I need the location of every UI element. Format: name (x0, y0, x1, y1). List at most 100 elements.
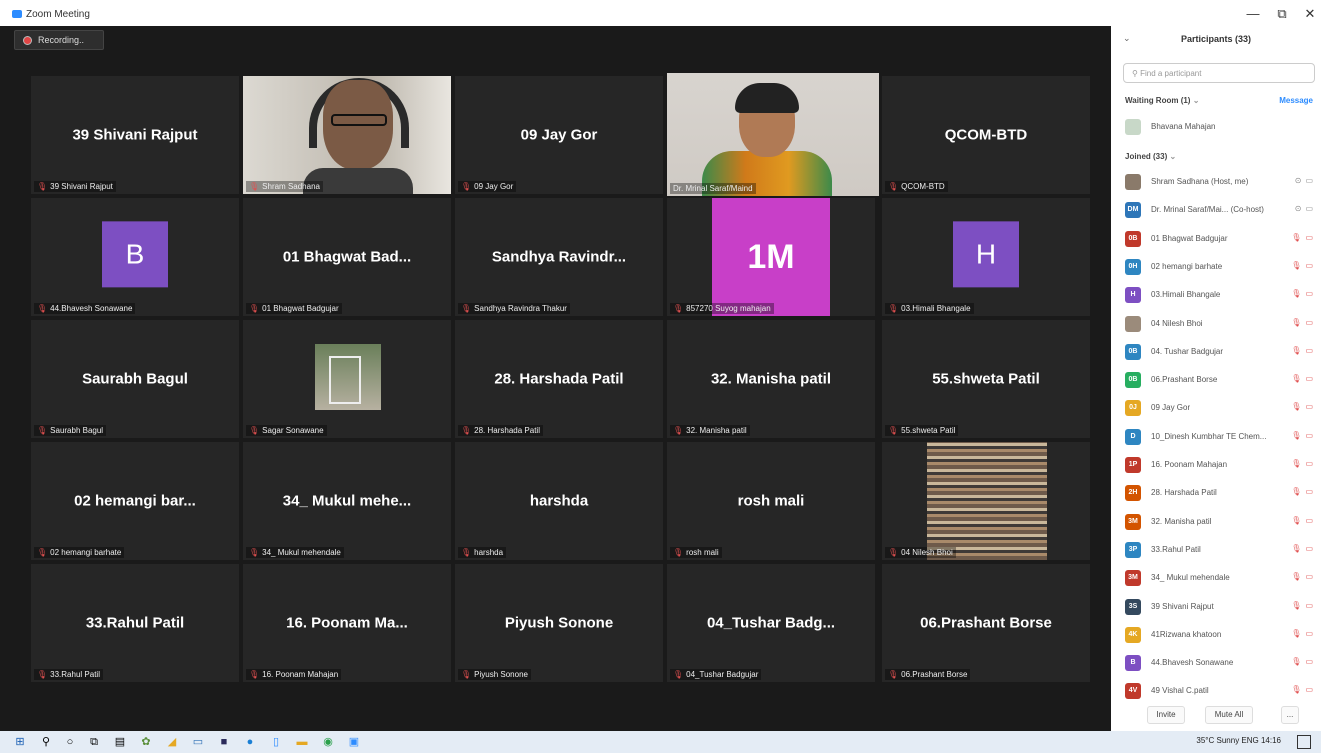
edge-icon[interactable]: ● (244, 736, 256, 748)
app-icon[interactable]: ▯ (270, 736, 282, 748)
participant-row[interactable]: B 44.Bhavesh Sonawane 🎙 ▭ (1125, 653, 1317, 673)
app-icon[interactable]: ✿ (140, 736, 152, 748)
participant-row[interactable]: 4K 41Rizwana khatoon 🎙 ▭ (1125, 625, 1317, 645)
participant-row[interactable]: 0J 09 Jay Gor 🎙 ▭ (1125, 398, 1317, 418)
video-tile[interactable]: 34_ Mukul mehe... 🎙 34_ Mukul mehendale (243, 442, 451, 560)
video-tile[interactable]: 🎙 Shram Sadhana (243, 76, 451, 194)
video-tile[interactable]: 01 Bhagwat Bad... 🎙 01 Bhagwat Badgujar (243, 198, 451, 316)
more-options-button[interactable]: ... (1281, 706, 1299, 724)
video-tile[interactable]: Sandhya Ravindr... 🎙 Sandhya Ravindra Tha… (455, 198, 663, 316)
zoom-taskbar-icon[interactable]: ▣ (348, 736, 360, 748)
participant-row[interactable]: 0B 01 Bhagwat Badgujar 🎙 ▭ (1125, 229, 1317, 249)
mic-muted-icon: 🎙 (888, 548, 899, 557)
video-tile[interactable]: 39 Shivani Rajput 🎙 39 Shivani Rajput (31, 76, 239, 194)
recording-indicator[interactable]: Recording.. (14, 30, 104, 50)
participant-name-large: 34_ Mukul mehe... (282, 492, 412, 510)
video-tile[interactable]: 04_Tushar Badg... 🎙 04_Tushar Badgujar (667, 564, 875, 682)
mic-muted-icon: 🎙 (461, 426, 472, 435)
mute-all-button[interactable]: Mute All (1205, 706, 1253, 724)
invite-button[interactable]: Invite (1147, 706, 1185, 724)
tile-name-label: 🎙 Sandhya Ravindra Thakur (458, 303, 570, 314)
app-icon[interactable]: ◢ (166, 736, 178, 748)
participant-row[interactable]: 1P 16. Poonam Mahajan 🎙 ▭ (1125, 455, 1317, 475)
participant-name: 04 Nilesh Bhoi (1151, 318, 1203, 328)
participant-row[interactable]: 3M 32. Manisha patil 🎙 ▭ (1125, 512, 1317, 532)
participant-row[interactable]: 2H 28. Harshada Patil 🎙 ▭ (1125, 483, 1317, 503)
participant-row[interactable]: Shram Sadhana (Host, me) ⊙ ▭ (1125, 172, 1317, 192)
participant-status-icons: ⊙ ▭ (1295, 176, 1313, 185)
video-tile[interactable]: 33.Rahul Patil 🎙 33.Rahul Patil (31, 564, 239, 682)
participant-avatar: 1M (712, 198, 830, 316)
video-off-icon: ▭ (1305, 487, 1313, 497)
participant-row[interactable]: DM Dr. Mrinal Saraf/Mai... (Co-host) ⊙ ▭ (1125, 200, 1317, 220)
search-icon[interactable]: ⚲ (40, 736, 52, 748)
participant-row[interactable]: H 03.Himali Bhangale 🎙 ▭ (1125, 285, 1317, 305)
app-icon[interactable]: ▭ (192, 736, 204, 748)
video-tile[interactable]: 16. Poonam Ma... 🎙 16. Poonam Mahajan (243, 564, 451, 682)
participant-row[interactable]: 04 Nilesh Bhoi 🎙 ▭ (1125, 314, 1317, 334)
message-button[interactable]: Message (1279, 96, 1313, 105)
system-tray[interactable]: 35°C Sunny ENG 14:16 (1196, 736, 1281, 745)
video-tile[interactable]: Saurabh Bagul 🎙 Saurabh Bagul (31, 320, 239, 438)
mic-muted-icon: 🎙 (673, 670, 684, 679)
participant-name: 39 Shivani Rajput (1151, 601, 1214, 611)
minimize-button[interactable]: — (1243, 6, 1263, 21)
close-button[interactable]: ✕ (1300, 6, 1320, 22)
app-icon[interactable]: ▤ (114, 736, 126, 748)
tile-name-label: 🎙 03.Himali Bhangale (885, 303, 974, 314)
start-icon[interactable]: ⊞ (14, 736, 26, 748)
participant-search-input[interactable]: ⚲ Find a participant (1123, 63, 1315, 83)
waiting-room-header[interactable]: Waiting Room (1) ⌄ (1125, 96, 1199, 105)
video-off-icon: ▭ (1305, 543, 1313, 553)
video-tile[interactable]: 09 Jay Gor 🎙 09 Jay Gor (455, 76, 663, 194)
participant-row[interactable]: 3S 39 Shivani Rajput 🎙 ▭ (1125, 597, 1317, 617)
video-tile[interactable]: 32. Manisha patil 🎙 32. Manisha patil (667, 320, 875, 438)
mic-muted-icon: 🎙 (1291, 317, 1302, 327)
waiting-participant[interactable]: Bhavana Mahajan (1125, 117, 1317, 137)
participant-name: 16. Poonam Mahajan (1151, 460, 1228, 469)
mic-muted-icon: 🎙 (888, 670, 899, 679)
video-tile[interactable]: B 🎙 44.Bhavesh Sonawane (31, 198, 239, 316)
mic-muted-icon: 🎙 (37, 670, 48, 679)
participant-name-large: harshda (529, 492, 589, 510)
app-icon[interactable]: ■ (218, 736, 230, 748)
video-tile[interactable]: Piyush Sonone 🎙 Piyush Sonone (455, 564, 663, 682)
chrome-icon[interactable]: ◉ (322, 736, 334, 748)
cortana-icon[interactable]: ○ (64, 736, 76, 748)
participant-avatar: 0J (1125, 400, 1141, 417)
file-explorer-icon[interactable]: ▬ (296, 736, 308, 748)
participant-row[interactable]: D 10_Dinesh Kumbhar TE Chem... 🎙 ▭ (1125, 427, 1317, 447)
participant-row[interactable]: 0B 06.Prashant Borse 🎙 ▭ (1125, 370, 1317, 390)
video-tile[interactable]: harshda 🎙 harshda (455, 442, 663, 560)
participant-row[interactable]: 4V 49 Vishal C.patil 🎙 ▭ (1125, 681, 1317, 701)
task-view-icon[interactable]: ⧉ (88, 736, 100, 748)
participant-status-icons: 🎙 ▭ (1291, 459, 1313, 468)
participant-avatar: B (1125, 655, 1141, 672)
video-tile[interactable]: 🎙 04 Nilesh Bhoi (882, 442, 1090, 560)
gallery-view: Recording.. 39 Shivani Rajput 🎙 39 Shivan… (0, 26, 1111, 731)
participant-avatar (1125, 315, 1141, 332)
participant-row[interactable]: 3M 34_ Mukul mehendale 🎙 ▭ (1125, 568, 1317, 588)
video-tile[interactable]: 02 hemangi bar... 🎙 02 hemangi barhate (31, 442, 239, 560)
video-off-icon: ▭ (1305, 600, 1313, 610)
participant-avatar: H (1125, 287, 1141, 304)
video-tile[interactable]: 06.Prashant Borse 🎙 06.Prashant Borse (882, 564, 1090, 682)
restore-button[interactable]: ⧉ (1272, 6, 1292, 22)
video-tile[interactable]: 28. Harshada Patil 🎙 28. Harshada Patil (455, 320, 663, 438)
participant-row[interactable]: 0B 04. Tushar Badgujar 🎙 ▭ (1125, 342, 1317, 362)
joined-header[interactable]: Joined (33) ⌄ (1125, 152, 1176, 161)
active-speaker-tile[interactable]: Dr. Mrinal Saraf/Maind (667, 73, 879, 196)
mic-muted-icon: 🎙 (1291, 685, 1302, 695)
video-tile[interactable]: 55.shweta Patil 🎙 55.shweta Patil (882, 320, 1090, 438)
participant-row[interactable]: 3P 33.Rahul Patil 🎙 ▭ (1125, 540, 1317, 560)
video-tile[interactable]: 🎙 Sagar Sonawane (243, 320, 451, 438)
video-tile[interactable]: rosh mali 🎙 rosh mali (667, 442, 875, 560)
participant-avatar: 0B (1125, 343, 1141, 360)
participant-name: 44.Bhavesh Sonawane (1151, 658, 1234, 668)
mic-muted-icon: 🎙 (461, 548, 472, 557)
video-tile[interactable]: H 🎙 03.Himali Bhangale (882, 198, 1090, 316)
notification-icon[interactable] (1297, 735, 1311, 749)
participant-row[interactable]: 0H 02 hemangi barhate 🎙 ▭ (1125, 257, 1317, 277)
video-tile[interactable]: 1M 🎙 857270 Suyog mahajan (667, 198, 875, 316)
video-tile[interactable]: QCOM-BTD 🎙 QCOM-BTD (882, 76, 1090, 194)
